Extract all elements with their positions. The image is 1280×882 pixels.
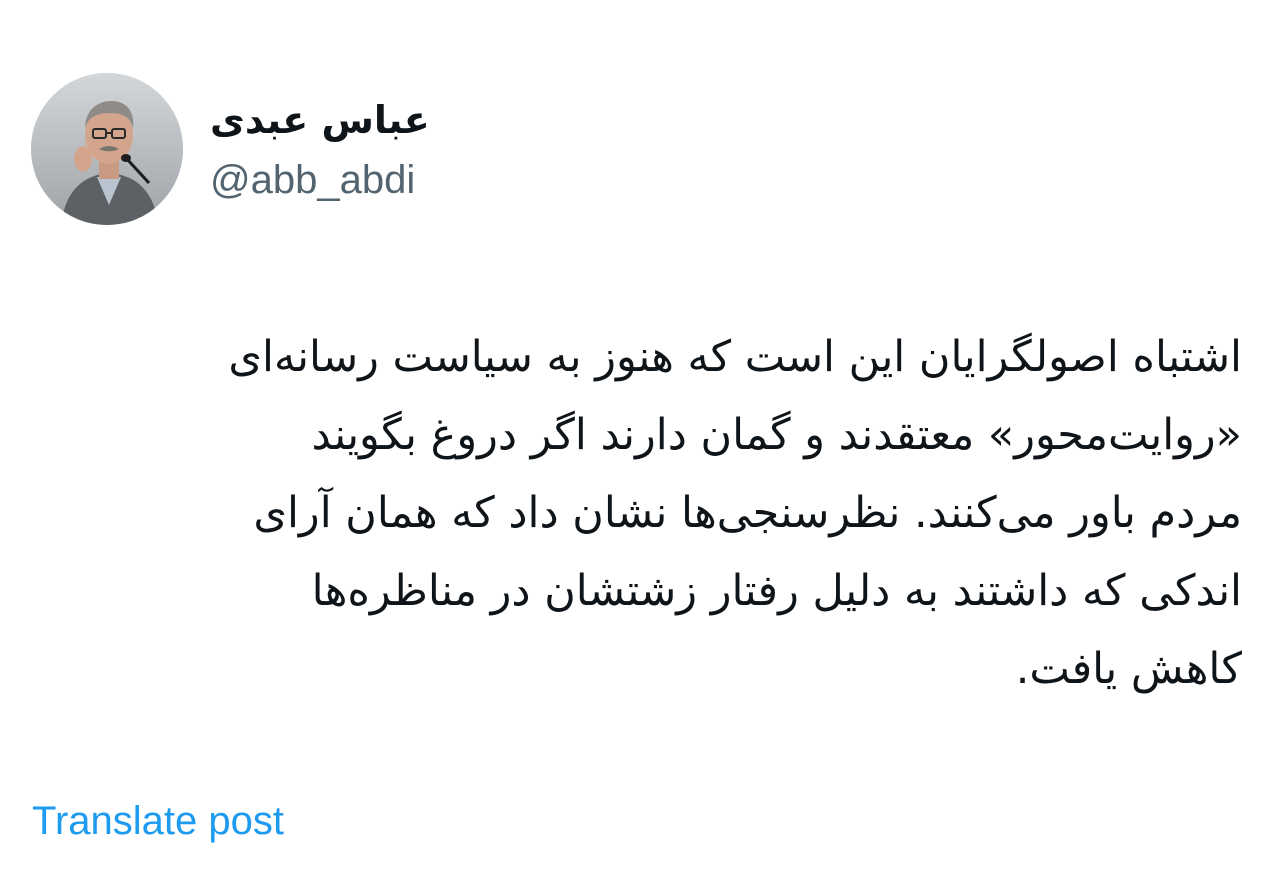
post-text-line: اشتباه اصولگرایان این است که هنوز به سیا… xyxy=(228,332,1242,382)
post-text-line: اندکی که داشتند به دلیل رفتار زشتشان در … xyxy=(311,566,1242,616)
author-handle[interactable]: @abb_abdi xyxy=(210,152,415,208)
post-text-line: «روایت‌محور» معتقدند و گمان دارند اگر در… xyxy=(311,410,1242,460)
author-display-name[interactable]: عباس عبدی xyxy=(210,92,430,148)
post-text-line: کاهش یافت. xyxy=(1015,644,1242,694)
author-avatar[interactable] xyxy=(31,73,183,225)
post-text: اشتباه اصولگرایان این است که هنوز به سیا… xyxy=(32,318,1242,708)
translate-post-link[interactable]: Translate post xyxy=(32,793,284,849)
avatar-photo-icon xyxy=(31,73,183,225)
post-text-line: مردم باور می‌کنند. نظرسنجی‌ها نشان داد ک… xyxy=(253,488,1242,538)
